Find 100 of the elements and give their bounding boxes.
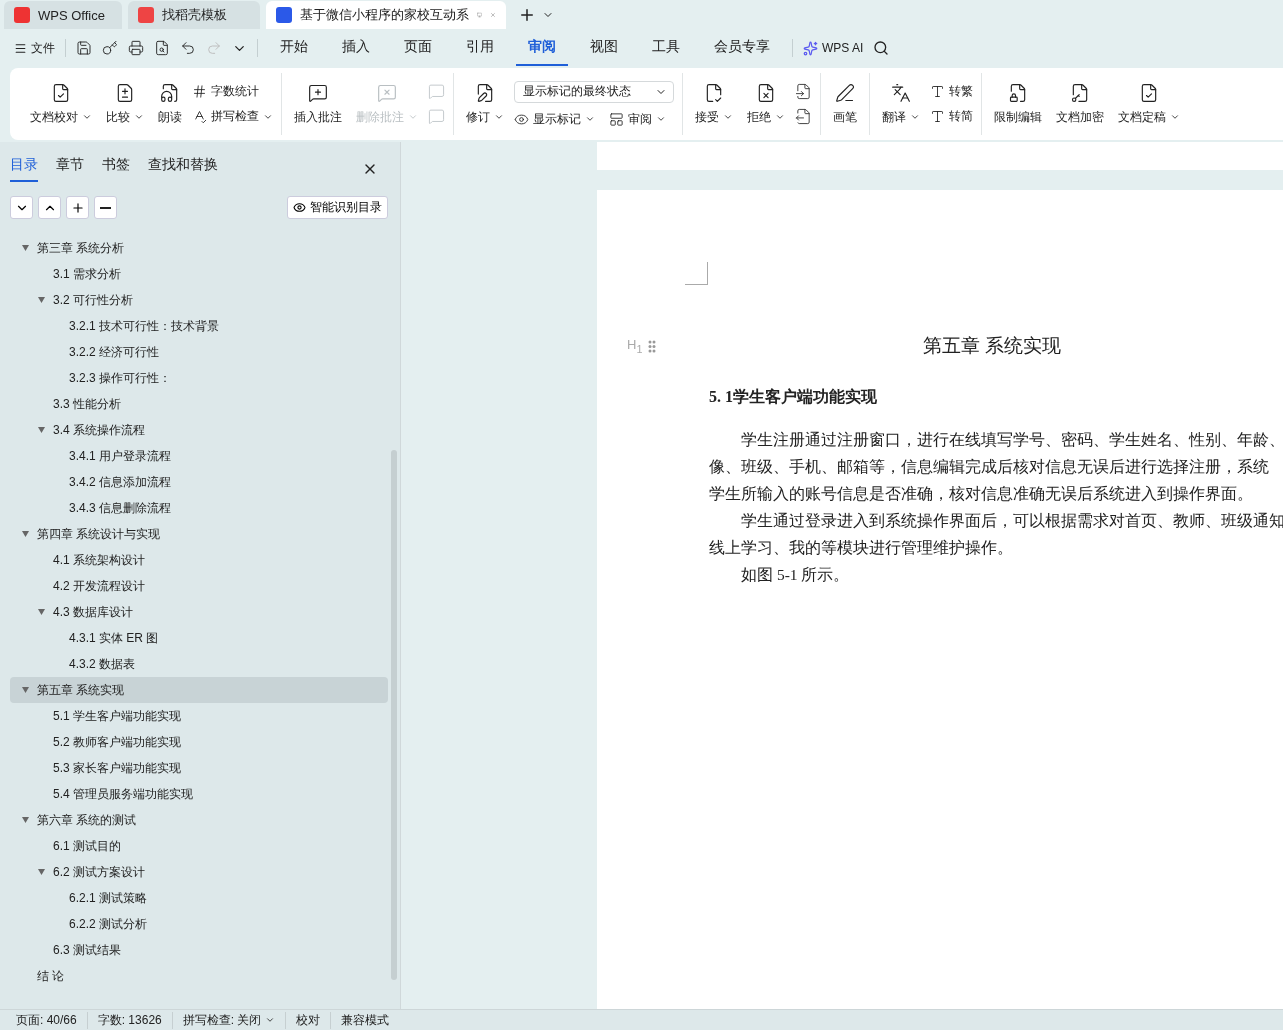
outline-item[interactable]: 5.1 学生客户端功能实现 xyxy=(10,703,388,729)
outline-item[interactable]: 4.3 数据库设计 xyxy=(10,599,388,625)
ribbon-button[interactable]: 审阅 xyxy=(609,110,666,128)
outline-item[interactable]: 4.3.2 数据表 xyxy=(10,651,388,677)
expand-icon[interactable] xyxy=(22,687,29,693)
ribbon-button[interactable]: 转简 xyxy=(930,108,973,125)
expand-icon[interactable] xyxy=(38,427,45,433)
ribbon-button[interactable]: 修订 xyxy=(462,80,508,128)
expand-icon[interactable] xyxy=(38,609,45,615)
pane-tab[interactable]: 目录 xyxy=(10,156,38,182)
undo-icon[interactable] xyxy=(180,40,196,56)
ribbon-tab[interactable]: 插入 xyxy=(330,30,382,66)
outline-item[interactable]: 3.3 性能分析 xyxy=(10,391,388,417)
ribbon-tab[interactable]: 页面 xyxy=(392,30,444,66)
ribbon-button[interactable]: 插入批注 xyxy=(290,80,346,128)
outline-item[interactable]: 3.2.1 技术可行性：技术背景 xyxy=(10,313,388,339)
ribbon-tab[interactable]: 视图 xyxy=(578,30,630,66)
new-tab-icon[interactable] xyxy=(518,6,536,24)
eye-icon xyxy=(293,201,306,214)
caret-icon xyxy=(910,112,920,122)
expand-icon[interactable] xyxy=(38,297,45,303)
ribbon-button[interactable]: 翻译 xyxy=(878,80,924,128)
status-item[interactable]: 字数: 13626 xyxy=(87,1011,173,1029)
pane-tab[interactable]: 章节 xyxy=(56,156,84,182)
previous-change-icon[interactable] xyxy=(795,83,812,100)
outline-item[interactable]: 第六章 系统的测试 xyxy=(10,807,388,833)
ai-button[interactable]: WPS AI xyxy=(803,40,864,56)
file-menu[interactable]: 文件 xyxy=(14,39,55,57)
outline-item[interactable]: 4.2 开发流程设计 xyxy=(10,573,388,599)
print-icon[interactable] xyxy=(128,40,144,56)
app-tab[interactable]: 找稻壳模板 xyxy=(128,1,260,29)
outline-item[interactable]: 3.4.3 信息删除流程 xyxy=(10,495,388,521)
ribbon-tab[interactable]: 开始 xyxy=(268,30,320,66)
expand-icon[interactable] xyxy=(22,817,29,823)
outline-tool-button[interactable] xyxy=(10,196,33,219)
outline-item[interactable]: 4.1 系统架构设计 xyxy=(10,547,388,573)
app-tab[interactable]: WPS Office xyxy=(4,1,122,29)
outline-item[interactable]: 3.4 系统操作流程 xyxy=(10,417,388,443)
status-item[interactable]: 拼写检查: 关闭 xyxy=(172,1011,287,1029)
print-preview-icon[interactable] xyxy=(154,40,170,56)
caret-icon xyxy=(82,112,92,122)
outline-item[interactable]: 5.4 管理员服务端功能实现 xyxy=(10,781,388,807)
outline-item[interactable]: 3.2.3 操作可行性： xyxy=(10,365,388,391)
status-item[interactable]: 页面: 40/66 xyxy=(6,1011,88,1029)
ribbon-button[interactable]: 文档定稿 xyxy=(1114,80,1184,128)
status-item[interactable]: 兼容模式 xyxy=(331,1011,400,1029)
markup-select[interactable]: 显示标记的最终状态 xyxy=(514,80,674,103)
ribbon-button[interactable]: 拼写检查 xyxy=(192,108,273,125)
ribbon-button[interactable]: 画笔 xyxy=(829,80,861,128)
save-icon[interactable] xyxy=(76,40,92,56)
pane-tab[interactable]: 查找和替换 xyxy=(148,156,218,182)
sparkle-icon xyxy=(803,40,818,56)
smart-toc-button[interactable]: 智能识别目录 xyxy=(287,196,388,219)
outline-item[interactable]: 3.2.2 经济可行性 xyxy=(10,339,388,365)
ribbon-tab[interactable]: 引用 xyxy=(454,30,506,66)
pane-tab[interactable]: 书签 xyxy=(102,156,130,182)
outline-item[interactable]: 3.4.2 信息添加流程 xyxy=(10,469,388,495)
ribbon-tab[interactable]: 会员专享 xyxy=(702,30,782,66)
outline-item[interactable]: 结 论 xyxy=(10,963,388,989)
ribbon-button[interactable]: 朗读 xyxy=(154,80,186,128)
outline-item[interactable]: 6.2.1 测试策略 xyxy=(10,885,388,911)
ribbon-tab[interactable]: 审阅 xyxy=(516,30,568,66)
ribbon-tab[interactable]: 工具 xyxy=(640,30,692,66)
ribbon-button[interactable]: 转繁 xyxy=(930,83,973,100)
next-change-icon[interactable] xyxy=(795,108,812,125)
outline-item[interactable]: 3.2 可行性分析 xyxy=(10,287,388,313)
ribbon-button[interactable]: 显示标记 xyxy=(514,110,595,128)
outline-item[interactable]: 3.4.1 用户登录流程 xyxy=(10,443,388,469)
ribbon-button[interactable]: 限制编辑 xyxy=(990,80,1046,128)
expand-icon[interactable] xyxy=(22,245,29,251)
caret-icon xyxy=(1170,112,1180,122)
outline-item[interactable]: 6.1 测试目的 xyxy=(10,833,388,859)
key-icon[interactable] xyxy=(102,40,118,56)
outline-item[interactable]: 5.3 家长客户端功能实现 xyxy=(10,755,388,781)
outline-item[interactable]: 第五章 系统实现 xyxy=(10,677,388,703)
outline-tool-button[interactable] xyxy=(94,196,117,219)
expand-icon[interactable] xyxy=(38,869,45,875)
outline-item[interactable]: 第三章 系统分析 xyxy=(10,235,388,261)
ribbon-button[interactable]: 拒绝 xyxy=(743,80,789,128)
outline-item[interactable]: 5.2 教师客户端功能实现 xyxy=(10,729,388,755)
outline-tool-button[interactable] xyxy=(38,196,61,219)
caret-icon xyxy=(656,114,666,124)
ribbon-button[interactable]: 文档加密 xyxy=(1052,80,1108,128)
ribbon-button[interactable]: 接受 xyxy=(691,80,737,128)
outline-item[interactable]: 3.1 需求分析 xyxy=(10,261,388,287)
outline-item[interactable]: 6.2 测试方案设计 xyxy=(10,859,388,885)
outline-item[interactable]: 6.2.2 测试分析 xyxy=(10,911,388,937)
outline-item[interactable]: 4.3.1 实体 ER 图 xyxy=(10,625,388,651)
outline-item[interactable]: 6.3 测试结果 xyxy=(10,937,388,963)
expand-icon[interactable] xyxy=(22,531,29,537)
outline-item[interactable]: 第四章 系统设计与实现 xyxy=(10,521,388,547)
margin-corner-mark xyxy=(685,262,708,285)
ribbon-button[interactable]: 比较 xyxy=(102,80,148,128)
scrollbar[interactable] xyxy=(391,450,397,980)
ribbon-button[interactable]: 字数统计 xyxy=(192,83,273,100)
app-logo-icon xyxy=(276,7,292,23)
status-item[interactable]: 校对 xyxy=(286,1011,332,1029)
ribbon-button[interactable]: 文档校对 xyxy=(26,80,96,128)
search-icon[interactable] xyxy=(873,40,890,56)
drag-handle-icon[interactable] xyxy=(648,339,657,353)
